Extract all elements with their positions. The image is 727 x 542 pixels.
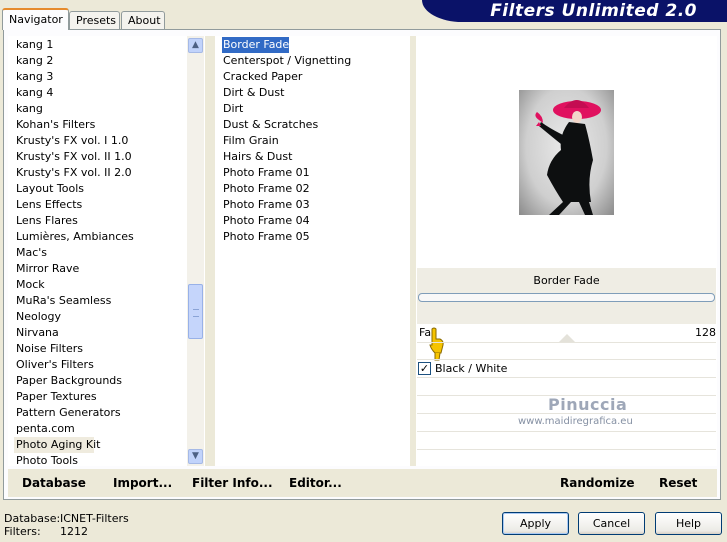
category-item[interactable]: Paper Textures xyxy=(14,389,186,405)
scroll-down-icon[interactable]: ▼ xyxy=(188,449,203,464)
category-item[interactable]: Mac's xyxy=(14,245,186,261)
filter-item[interactable]: Photo Frame 05 xyxy=(222,229,310,245)
hand-cursor-icon xyxy=(429,327,444,361)
watermark-name: Pinuccia xyxy=(548,395,628,414)
tab-about[interactable]: About xyxy=(121,11,165,29)
filter-item[interactable]: Hairs & Dust xyxy=(222,149,292,165)
scroll-up-icon[interactable]: ▲ xyxy=(188,38,203,53)
tab-presets[interactable]: Presets xyxy=(69,11,120,29)
filter-item[interactable]: Photo Frame 04 xyxy=(222,213,310,229)
filter-item[interactable]: Film Grain xyxy=(222,133,279,149)
filter-item[interactable]: Dirt & Dust xyxy=(222,85,284,101)
category-item[interactable]: Lens Flares xyxy=(14,213,186,229)
category-item[interactable]: Noise Filters xyxy=(14,341,186,357)
checkbox-label: Black / White xyxy=(435,362,508,375)
filter-item[interactable]: Dirt xyxy=(222,101,243,117)
category-item[interactable]: Paper Backgrounds xyxy=(14,373,186,389)
watermark-url: www.maidiregrafica.eu xyxy=(518,416,633,427)
help-button[interactable]: Help xyxy=(655,512,722,535)
category-item[interactable]: Photo Tools xyxy=(14,453,186,469)
row-divider xyxy=(417,342,716,343)
filters-status-value: 1212 xyxy=(60,525,88,538)
row-divider xyxy=(417,359,716,360)
database-status-label: Database: xyxy=(4,512,61,525)
reset-button[interactable]: Reset xyxy=(659,476,697,490)
cancel-button[interactable]: Cancel xyxy=(578,512,645,535)
param-value: 128 xyxy=(695,326,716,339)
row-divider xyxy=(417,449,716,450)
category-item[interactable]: kang 3 xyxy=(14,69,186,85)
randomize-button[interactable]: Randomize xyxy=(560,476,634,490)
category-item[interactable]: Krusty's FX vol. II 2.0 xyxy=(14,165,186,181)
category-list: kang 1 kang 2 kang 3 kang 4 kang Kohan's Filt… xyxy=(14,37,186,469)
category-item[interactable]: Nirvana xyxy=(14,325,186,341)
filter-name-label: Border Fade xyxy=(533,274,600,287)
category-item[interactable]: Layout Tools xyxy=(14,181,186,197)
filter-item[interactable]: Centerspot / Vignetting xyxy=(222,53,351,69)
database-button[interactable]: Database xyxy=(22,476,86,490)
category-item[interactable]: Lumières, Ambiances xyxy=(14,229,186,245)
tab-navigator[interactable]: Navigator xyxy=(2,8,69,30)
category-item[interactable]: Lens Effects xyxy=(14,197,186,213)
black-white-checkbox[interactable]: ✓ xyxy=(418,362,431,375)
filter-item[interactable]: Cracked Paper xyxy=(222,69,302,85)
row-divider xyxy=(417,377,716,378)
row-divider xyxy=(417,431,716,432)
category-item[interactable]: Krusty's FX vol. I 1.0 xyxy=(14,133,186,149)
category-item[interactable]: Mock xyxy=(14,277,186,293)
panel-divider xyxy=(205,36,215,466)
category-item[interactable]: Photo Aging Kit xyxy=(14,437,100,453)
category-item[interactable]: Pattern Generators xyxy=(14,405,186,421)
category-scrollbar[interactable]: ▲ ▼ xyxy=(187,36,204,466)
filter-item[interactable]: Photo Frame 03 xyxy=(222,197,310,213)
category-item[interactable]: kang xyxy=(14,101,186,117)
slider-pointer-icon[interactable] xyxy=(559,334,575,342)
category-item[interactable]: penta.com xyxy=(14,421,186,437)
category-item[interactable]: kang 1 xyxy=(14,37,186,53)
editor-button[interactable]: Editor... xyxy=(289,476,342,490)
category-item[interactable]: Mirror Rave xyxy=(14,261,186,277)
category-item[interactable]: Kohan's Filters xyxy=(14,117,186,133)
scroll-thumb[interactable] xyxy=(188,284,203,339)
category-item[interactable]: Krusty's FX vol. II 1.0 xyxy=(14,149,186,165)
filter-info-button[interactable]: Filter Info... xyxy=(192,476,273,490)
category-item[interactable]: kang 4 xyxy=(14,85,186,101)
filter-progress-bar xyxy=(418,293,715,302)
import-button[interactable]: Import... xyxy=(113,476,172,490)
category-item[interactable]: kang 2 xyxy=(14,53,186,69)
filter-list: Border Fade Centerspot / Vignetting Cracke… xyxy=(222,37,402,245)
filter-item[interactable]: Dust & Scratches xyxy=(222,117,318,133)
filter-item[interactable]: Photo Frame 01 xyxy=(222,165,310,181)
filters-status-label: Filters: xyxy=(4,525,41,538)
category-item[interactable]: MuRa's Seamless xyxy=(14,293,186,309)
preview-image xyxy=(519,90,614,215)
database-status-value: ICNET-Filters xyxy=(60,512,129,525)
category-item[interactable]: Neology xyxy=(14,309,186,325)
filter-item[interactable]: Border Fade xyxy=(222,37,290,53)
app-title-banner: Filters Unlimited 2.0 xyxy=(422,0,727,22)
category-item[interactable]: Oliver's Filters xyxy=(14,357,186,373)
apply-button[interactable]: Apply xyxy=(502,512,569,535)
filter-item[interactable]: Photo Frame 02 xyxy=(222,181,310,197)
